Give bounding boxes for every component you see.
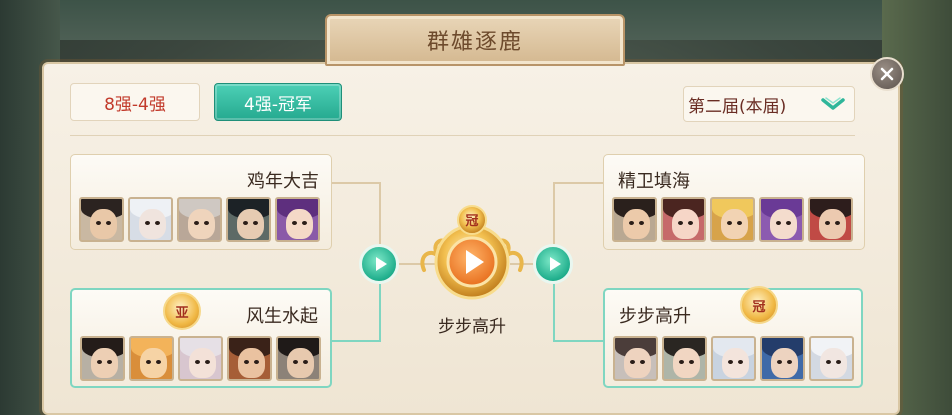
hero-portrait[interactable] — [275, 197, 320, 242]
hero-portrait[interactable] — [759, 197, 804, 242]
tab-8-to-4[interactable]: 8强-4强 — [70, 83, 200, 121]
final-trophy-play-button[interactable]: 冠 — [416, 204, 528, 308]
champion-badge: 冠 — [740, 286, 778, 324]
team-card-left-top[interactable]: 鸡年大吉 — [70, 154, 332, 250]
play-replay-button-right[interactable] — [533, 244, 573, 284]
title-plate: 群雄逐鹿 — [325, 14, 625, 66]
team-roster — [613, 336, 854, 381]
close-button[interactable] — [870, 57, 904, 91]
hero-portrait[interactable] — [711, 336, 756, 381]
team-roster — [80, 336, 321, 381]
team-card-left-bottom[interactable]: 风生水起 — [70, 288, 332, 388]
hero-portrait[interactable] — [80, 336, 125, 381]
tab-4-to-champion[interactable]: 4强-冠军 — [214, 83, 342, 121]
season-dropdown-label: 第二届(本届) — [688, 96, 787, 117]
close-icon — [880, 67, 894, 81]
team-name: 鸡年大吉 — [247, 171, 319, 192]
runner-up-badge: 亚 — [163, 292, 201, 330]
hero-portrait[interactable] — [760, 336, 805, 381]
team-name: 步步高升 — [619, 306, 691, 327]
hero-portrait[interactable] — [129, 336, 174, 381]
trophy-label: 冠 — [465, 214, 479, 229]
play-icon — [549, 257, 561, 271]
team-card-right-top[interactable]: 精卫填海 — [603, 154, 865, 250]
bracket-line-winner — [553, 340, 603, 342]
team-name: 风生水起 — [246, 306, 318, 327]
chevron-down-icon — [821, 97, 845, 110]
play-replay-button-left[interactable] — [359, 244, 399, 284]
season-dropdown[interactable]: 第二届(本届) — [683, 86, 855, 122]
hero-portrait[interactable] — [276, 336, 321, 381]
hero-portrait[interactable] — [661, 197, 706, 242]
hero-portrait[interactable] — [662, 336, 707, 381]
hero-portrait[interactable] — [613, 336, 658, 381]
bracket-line-winner — [379, 284, 381, 342]
bracket-line — [332, 182, 380, 184]
hero-portrait[interactable] — [226, 197, 271, 242]
bracket-line-winner — [332, 340, 380, 342]
play-icon — [375, 257, 387, 271]
hero-portrait[interactable] — [128, 197, 173, 242]
team-roster — [79, 197, 320, 242]
team-card-right-bottom[interactable]: 步步高升 — [603, 288, 863, 388]
hero-portrait[interactable] — [710, 197, 755, 242]
bracket-line-winner — [553, 284, 555, 342]
hero-portrait[interactable] — [809, 336, 854, 381]
page-title: 群雄逐鹿 — [426, 30, 523, 55]
hero-portrait[interactable] — [808, 197, 853, 242]
team-name: 精卫填海 — [618, 171, 690, 192]
header-divider — [70, 135, 855, 136]
hero-portrait[interactable] — [612, 197, 657, 242]
hero-portrait[interactable] — [227, 336, 272, 381]
bracket-line — [379, 182, 381, 244]
bracket-line — [553, 182, 555, 244]
champion-name: 步步高升 — [438, 317, 506, 337]
hero-portrait[interactable] — [178, 336, 223, 381]
team-roster — [612, 197, 853, 242]
hero-portrait[interactable] — [177, 197, 222, 242]
bracket-line — [553, 182, 603, 184]
hero-portrait[interactable] — [79, 197, 124, 242]
